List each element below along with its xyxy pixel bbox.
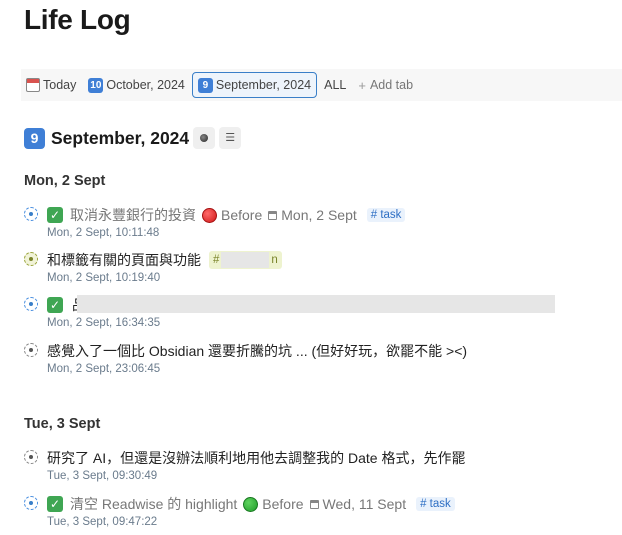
green-circle-icon (243, 496, 259, 512)
due-date[interactable]: Before Mon, 2 Sept (221, 207, 357, 223)
bullet-icon[interactable] (24, 450, 38, 464)
entry-timestamp: Mon, 2 Sept, 16:34:35 (47, 317, 161, 329)
bullet-icon[interactable] (24, 207, 38, 221)
due-date[interactable]: Before Wed, 11 Sept (262, 496, 406, 512)
entry-text[interactable]: 研究了 AI，但還是沒辦法順利地用他去調整我的 Date 格式，先作罷 (47, 448, 465, 468)
before-label: Before (221, 207, 263, 223)
tab-october-2024[interactable]: 10 October, 2024 (83, 73, 190, 97)
entry-text[interactable]: 和標籤有關的頁面與功能 (47, 250, 201, 270)
due-date-value: Wed, 11 Sept (322, 496, 407, 512)
tab-bar: Today 10 October, 2024 9 September, 2024… (21, 69, 622, 101)
tag-pill[interactable]: # n (209, 251, 282, 269)
entry-timestamp: Tue, 3 Sept, 09:47:22 (47, 516, 158, 528)
calendar-icon (26, 78, 40, 92)
plus-icon: + (358, 77, 366, 93)
tab-label: October, 2024 (106, 78, 185, 92)
entry-timestamp: Tue, 3 Sept, 09:30:49 (47, 470, 158, 482)
section-title: September, 2024 (51, 127, 190, 148)
red-circle-icon (202, 207, 217, 223)
redacted-block (77, 295, 555, 313)
sliders-icon: ☰ (225, 131, 236, 144)
checkbox-checked-icon[interactable]: ✓ (47, 207, 63, 223)
keycap-9-icon: 9 (24, 127, 45, 149)
tab-today[interactable]: Today (21, 73, 81, 97)
add-tab-label: Add tab (369, 78, 414, 92)
day-heading: Tue, 3 Sept (24, 416, 101, 432)
due-date-value: Mon, 2 Sept (281, 207, 357, 223)
entry-text[interactable]: 感覺入了一個比 Obsidian 還要折騰的坑 ... (但好好玩，欲罷不能 >… (47, 341, 467, 361)
day-heading: Mon, 2 Sept (24, 173, 106, 189)
record-dot-icon (200, 134, 209, 142)
before-label: Before (262, 496, 304, 512)
page-title: Life Log (24, 4, 131, 35)
tag-task[interactable]: # task (416, 497, 455, 511)
bullet-icon[interactable] (24, 252, 38, 266)
keycap-9-icon: 9 (197, 77, 213, 93)
bullet-icon[interactable] (24, 297, 38, 311)
tab-label: September, 2024 (215, 78, 312, 92)
calendar-icon (309, 499, 319, 509)
add-tab-button[interactable]: + Add tab (353, 73, 418, 97)
section-header: 9 September, 2024 ☰ (24, 127, 242, 149)
tab-september-2024[interactable]: 9 September, 2024 (191, 72, 318, 98)
tab-label: Today (43, 78, 77, 92)
tab-all[interactable]: ALL (319, 73, 351, 97)
settings-button[interactable]: ☰ (219, 127, 242, 149)
keycap-10-icon: 10 (88, 77, 104, 93)
checkbox-checked-icon[interactable]: ✓ (47, 496, 63, 512)
entry-text[interactable]: 取消永豐銀行的投資 (70, 205, 196, 225)
tag-fragment-right: n (271, 254, 278, 266)
tag-task[interactable]: # task (366, 208, 406, 222)
entry-text[interactable]: 清空 Readwise 的 highlight (70, 494, 237, 514)
entry-timestamp: Mon, 2 Sept, 23:06:45 (47, 363, 161, 375)
calendar-icon (268, 210, 278, 220)
tab-label: ALL (324, 78, 347, 92)
bullet-icon[interactable] (24, 343, 38, 357)
entry-timestamp: Mon, 2 Sept, 10:11:48 (47, 227, 160, 239)
checkbox-checked-icon[interactable]: ✓ (47, 297, 63, 313)
view-toggle-button[interactable] (193, 127, 216, 149)
bullet-icon[interactable] (24, 496, 38, 510)
tag-fragment-left: # (213, 254, 220, 266)
redacted-block (221, 252, 270, 268)
entry-timestamp: Mon, 2 Sept, 10:19:40 (47, 272, 161, 284)
